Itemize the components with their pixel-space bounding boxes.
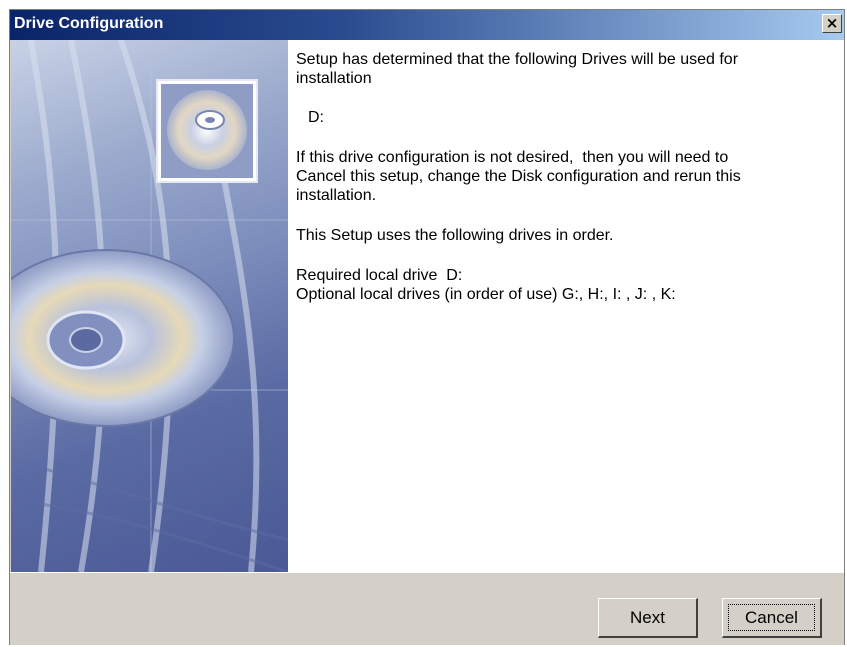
window-title: Drive Configuration [14,15,164,32]
optional-drives-text: Optional local drives (in order of use) … [296,286,676,303]
warning-text-line-2: Cancel this setup, change the Disk confi… [296,168,741,185]
button-bar: Next Cancel [10,572,844,645]
intro-text-line-2: installation [296,70,372,87]
title-bar[interactable]: Drive Configuration × [10,10,844,40]
drive-configuration-dialog: Drive Configuration × Setup has determin… [9,9,845,645]
warning-text-line-1: If this drive configuration is not desir… [296,149,729,166]
close-icon: × [825,14,839,32]
close-button[interactable]: × [822,14,842,33]
next-button-label: Next [630,607,665,627]
cancel-button[interactable]: Cancel [722,598,822,638]
intro-text-line-1: Setup has determined that the following … [296,51,739,68]
setup-banner-image [11,40,288,572]
cd-disc-icon [11,249,235,427]
banner-artwork [11,40,288,572]
warning-text-line-3: installation. [296,187,377,204]
content-panel: Setup has determined that the following … [288,40,844,572]
next-button[interactable]: Next [598,598,698,638]
drive-order-text: This Setup uses the following drives in … [296,227,614,244]
required-drive-text: Required local drive D: [296,267,463,284]
cancel-button-label: Cancel [745,607,798,627]
drive-letter: D: [308,109,324,126]
